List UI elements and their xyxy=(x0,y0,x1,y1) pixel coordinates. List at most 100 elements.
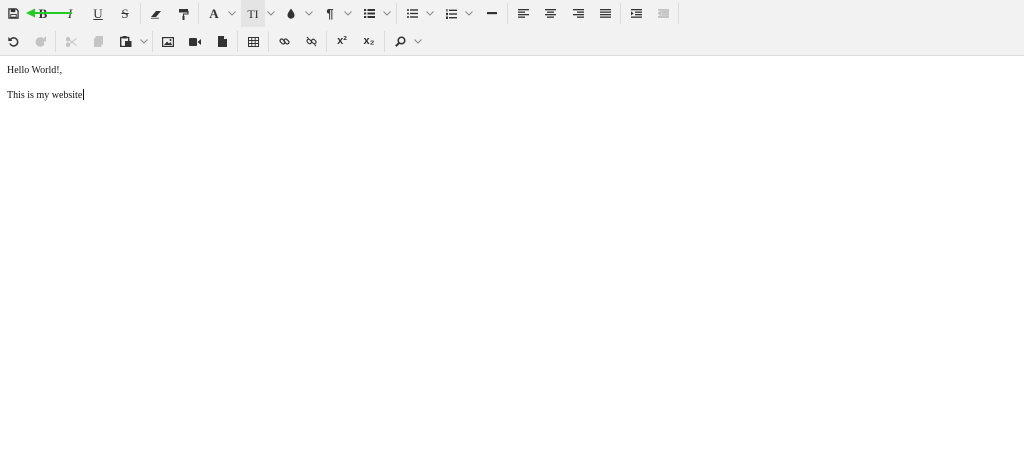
toolbar-separator xyxy=(237,31,238,52)
bold-button[interactable]: B xyxy=(31,0,55,27)
paragraph-text: Hello World!, xyxy=(7,65,63,76)
font-size-dropdown[interactable] xyxy=(265,0,277,27)
align-right-icon xyxy=(572,9,584,18)
paragraph-format-dropdown[interactable] xyxy=(381,0,393,27)
toolbar-separator xyxy=(620,3,621,24)
bold-icon: B xyxy=(38,6,48,21)
paragraph-text: This is my website xyxy=(7,90,83,101)
font-family-button[interactable]: A xyxy=(202,0,226,27)
paint-roller-icon xyxy=(178,8,189,20)
paragraph-style-button[interactable]: ¶ xyxy=(318,0,342,27)
clear-formatting-button[interactable] xyxy=(144,0,168,27)
undo-button[interactable] xyxy=(1,28,25,55)
save-icon xyxy=(7,8,19,19)
ordered-list-dropdown[interactable] xyxy=(463,0,475,27)
text-color-dropdown[interactable] xyxy=(303,0,315,27)
redo-button[interactable] xyxy=(28,28,52,55)
outdent-button[interactable] xyxy=(651,0,675,27)
video-icon xyxy=(189,37,201,46)
bullet-list-icon xyxy=(406,9,418,18)
align-center-icon xyxy=(544,9,556,18)
toolbar-separator xyxy=(152,31,153,52)
horizontal-line-icon xyxy=(487,12,497,15)
unordered-list-dropdown[interactable] xyxy=(424,0,436,27)
image-icon xyxy=(162,36,174,47)
scissors-icon xyxy=(65,36,77,47)
find-replace-button[interactable] xyxy=(388,28,412,55)
underline-icon: U xyxy=(93,6,103,21)
copy-button[interactable] xyxy=(86,28,110,55)
chevron-down-icon xyxy=(383,11,391,16)
insert-file-button[interactable] xyxy=(210,28,234,55)
numbered-list-icon xyxy=(445,8,457,19)
toolbar-row-2: x² x₂ xyxy=(0,28,1024,55)
font-size-button[interactable]: TI xyxy=(241,0,265,27)
paragraph-style-dropdown[interactable] xyxy=(342,0,354,27)
color-drop-icon xyxy=(287,8,295,19)
unlink-button[interactable] xyxy=(299,28,323,55)
toolbar-separator xyxy=(384,31,385,52)
subscript-button[interactable]: x₂ xyxy=(357,28,381,55)
paste-dropdown[interactable] xyxy=(138,28,150,55)
editor-toolbar: B I U S A TI ¶ x² x₂ xyxy=(0,0,1024,56)
align-left-icon xyxy=(517,9,529,18)
indent-button[interactable] xyxy=(624,0,648,27)
search-icon xyxy=(394,36,406,47)
toolbar-row-1: B I U S A TI ¶ xyxy=(0,0,1024,27)
copy-icon xyxy=(93,36,103,47)
indent-icon xyxy=(630,9,642,18)
toolbar-separator xyxy=(326,31,327,52)
cut-button[interactable] xyxy=(59,28,83,55)
toolbar-separator xyxy=(396,3,397,24)
font-icon: A xyxy=(209,6,219,21)
find-replace-dropdown[interactable] xyxy=(412,28,424,55)
undo-icon xyxy=(7,37,18,47)
editor-paragraph-2[interactable]: This is my website xyxy=(7,89,85,101)
align-justify-button[interactable] xyxy=(593,0,617,27)
paste-button[interactable] xyxy=(114,28,138,55)
paste-icon xyxy=(120,36,132,47)
strikethrough-button[interactable]: S xyxy=(113,0,137,27)
insert-image-button[interactable] xyxy=(156,28,180,55)
unordered-list-button[interactable] xyxy=(400,0,424,27)
toolbar-separator xyxy=(198,3,199,24)
italic-button[interactable]: I xyxy=(58,0,82,27)
align-center-button[interactable] xyxy=(538,0,562,27)
insert-video-button[interactable] xyxy=(183,28,207,55)
ordered-list-button[interactable] xyxy=(439,0,463,27)
align-left-button[interactable] xyxy=(511,0,535,27)
editor-content-area[interactable]: Hello World!, This is my website xyxy=(0,56,1024,463)
toolbar-separator xyxy=(140,3,141,24)
chevron-down-icon xyxy=(344,11,352,16)
text-color-button[interactable] xyxy=(279,0,303,27)
link-icon xyxy=(278,38,290,45)
subscript-icon: x₂ xyxy=(363,35,375,47)
underline-button[interactable]: U xyxy=(86,0,110,27)
paint-format-button[interactable] xyxy=(171,0,195,27)
save-button[interactable] xyxy=(1,0,25,27)
toolbar-separator xyxy=(507,3,508,24)
chevron-down-icon xyxy=(140,39,148,44)
chevron-down-icon xyxy=(228,11,236,16)
font-family-dropdown[interactable] xyxy=(226,0,238,27)
chevron-down-icon xyxy=(465,11,473,16)
unlink-icon xyxy=(305,36,317,47)
eraser-icon xyxy=(151,10,161,19)
text-height-icon: TI xyxy=(247,6,259,21)
list-format-icon xyxy=(363,9,375,18)
outdent-icon xyxy=(657,9,669,18)
file-icon xyxy=(217,36,227,47)
italic-icon: I xyxy=(67,6,73,21)
superscript-button[interactable]: x² xyxy=(330,28,354,55)
insert-link-button[interactable] xyxy=(272,28,296,55)
chevron-down-icon xyxy=(305,11,313,16)
align-justify-icon xyxy=(599,9,611,18)
chevron-down-icon xyxy=(426,11,434,16)
editor-paragraph-1[interactable]: Hello World!, xyxy=(7,65,62,76)
toolbar-separator xyxy=(678,3,679,24)
insert-table-button[interactable] xyxy=(241,28,265,55)
align-right-button[interactable] xyxy=(566,0,590,27)
table-icon xyxy=(247,36,259,47)
paragraph-format-button[interactable] xyxy=(357,0,381,27)
horizontal-line-button[interactable] xyxy=(480,0,504,27)
